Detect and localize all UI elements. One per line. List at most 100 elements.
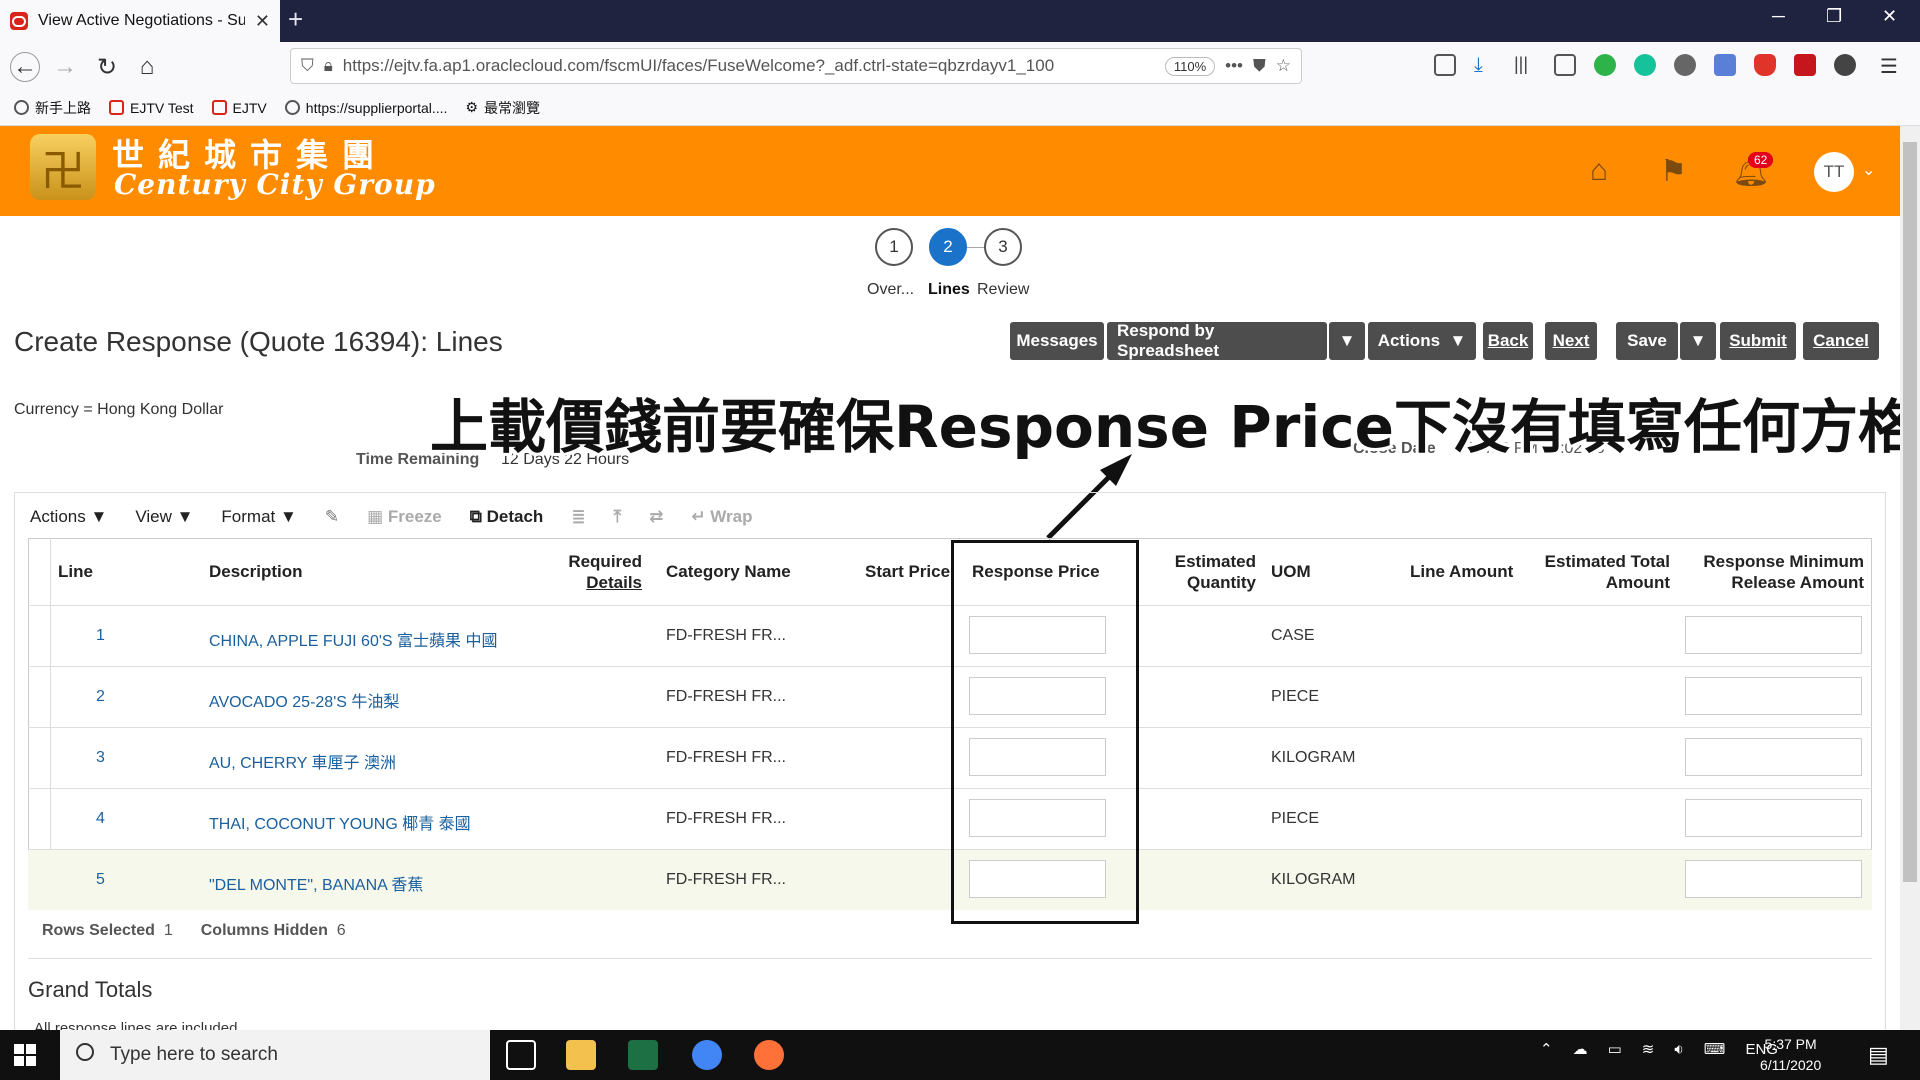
chevron-down-icon[interactable]: ⌄ xyxy=(1862,160,1875,180)
restore-icon[interactable]: ❐ xyxy=(1826,6,1842,27)
bookmark-ext-icon[interactable] xyxy=(1714,54,1736,76)
task-view-icon[interactable] xyxy=(506,1040,536,1070)
close-tab-icon[interactable]: ✕ xyxy=(255,11,270,32)
zoom-level[interactable]: 110% xyxy=(1164,56,1216,76)
minimize-icon[interactable]: ─ xyxy=(1772,6,1785,27)
row-5-rmra-input[interactable] xyxy=(1685,860,1862,898)
row-4-description[interactable]: THAI, COCONUT YOUNG 椰青 泰國 xyxy=(209,810,471,834)
sidebar-icon[interactable] xyxy=(1554,54,1576,76)
ublock-icon[interactable] xyxy=(1754,54,1776,76)
row-2-rmra-input[interactable] xyxy=(1685,677,1862,715)
row-3-rmra-input[interactable] xyxy=(1685,738,1862,776)
col-response-minimum-release-amount[interactable]: Response Minimum Release Amount xyxy=(1680,551,1864,593)
pdf-icon[interactable] xyxy=(1794,54,1816,76)
format-menu[interactable]: Format ▼ xyxy=(221,507,296,527)
file-explorer-icon[interactable] xyxy=(566,1040,596,1070)
reload-icon[interactable]: ↻ xyxy=(92,52,122,82)
chevron-up-icon[interactable]: ⌃ xyxy=(1540,1040,1553,1058)
train-step-2[interactable]: 2 xyxy=(929,228,967,266)
new-tab-icon[interactable]: + xyxy=(288,4,303,35)
row-2-line[interactable]: 2 xyxy=(96,688,105,706)
row-1-line[interactable]: 1 xyxy=(96,627,105,645)
notifications-icon[interactable]: ▤ xyxy=(1868,1042,1889,1068)
flag-icon[interactable]: ⚑ xyxy=(1660,154,1687,189)
star-icon[interactable]: ☆ xyxy=(1276,56,1291,76)
col-category-name[interactable]: Category Name xyxy=(666,561,791,582)
volume-icon[interactable]: 🔉︎ xyxy=(1674,1041,1683,1058)
address-bar[interactable]: ⛉ 🔒︎ https://ejtv.fa.ap1.oraclecloud.com… xyxy=(290,48,1302,84)
pencil-icon[interactable]: ✎ xyxy=(325,507,339,527)
col-estimated-total-amount[interactable]: Estimated Total Amount xyxy=(1520,551,1670,593)
train-step-1-label[interactable]: Over... xyxy=(867,281,914,299)
bookmark-item[interactable]: ⚙ 最常瀏覽 xyxy=(465,98,540,118)
bookmark-item[interactable]: EJTV Test xyxy=(109,100,194,116)
company-logo-mark[interactable]: 卍 xyxy=(30,134,96,200)
wifi-icon[interactable]: ≋ xyxy=(1642,1040,1655,1058)
row-1-rmra-input[interactable] xyxy=(1685,616,1862,654)
home-icon[interactable]: ⌂ xyxy=(1590,154,1608,188)
keyboard-icon[interactable]: ⌨ xyxy=(1704,1040,1726,1058)
back-arrow-icon[interactable]: ← xyxy=(10,52,40,82)
chrome-icon[interactable] xyxy=(692,1040,722,1070)
cancel-button[interactable]: Cancel xyxy=(1803,322,1879,360)
row-5-description[interactable]: "DEL MONTE", BANANA 香蕉 xyxy=(209,871,423,895)
account-icon[interactable] xyxy=(1674,54,1696,76)
bookmark-item[interactable]: https://supplierportal.... xyxy=(284,100,447,116)
row-3-line[interactable]: 3 xyxy=(96,749,105,767)
detach-button[interactable]: ⧉ Detach xyxy=(470,507,544,527)
forward-arrow-icon[interactable]: → xyxy=(50,52,80,82)
reading-list-icon[interactable] xyxy=(1434,54,1456,76)
col-estimated-quantity[interactable]: Estimated Quantity xyxy=(1150,551,1256,593)
row-4-line[interactable]: 4 xyxy=(96,810,105,828)
actions-menu[interactable]: Actions ▼ xyxy=(30,507,107,527)
sort-icon[interactable]: ≣ xyxy=(571,507,585,527)
col-uom[interactable]: UOM xyxy=(1271,561,1311,582)
col-description[interactable]: Description xyxy=(209,561,303,582)
view-menu[interactable]: View ▼ xyxy=(135,507,193,527)
respond-by-spreadsheet-button[interactable]: Respond by Spreadsheet xyxy=(1107,321,1327,360)
row-2-description[interactable]: AVOCADO 25-28'S 牛油梨 xyxy=(209,688,399,712)
extension-check-icon[interactable] xyxy=(1594,54,1616,76)
scrollbar-thumb[interactable] xyxy=(1903,142,1917,882)
windows-start-icon[interactable] xyxy=(14,1044,36,1066)
train-step-3[interactable]: 3 xyxy=(984,228,1022,266)
row-5-line[interactable]: 5 xyxy=(96,871,105,889)
save-button[interactable]: Save xyxy=(1616,322,1678,360)
extension-icon[interactable] xyxy=(1834,54,1856,76)
actions-menu-button[interactable]: Actions ▼ xyxy=(1368,322,1476,360)
more-icon[interactable]: ••• xyxy=(1225,56,1243,76)
firefox-icon[interactable] xyxy=(754,1040,784,1070)
messages-button[interactable]: Messages xyxy=(1010,322,1104,360)
wrap-button[interactable]: ↵ Wrap xyxy=(691,507,752,527)
train-step-1[interactable]: 1 xyxy=(875,228,913,266)
back-button[interactable]: Back xyxy=(1483,322,1533,360)
user-avatar[interactable]: TT xyxy=(1814,152,1854,192)
spreadsheet-dropdown-icon[interactable]: ▼ xyxy=(1329,322,1365,360)
library-icon[interactable]: ||| xyxy=(1514,54,1536,76)
col-line[interactable]: Line xyxy=(58,561,93,582)
bookmark-item[interactable]: EJTV xyxy=(211,100,267,116)
cloud-icon[interactable]: ☁ xyxy=(1573,1040,1588,1058)
excel-icon[interactable] xyxy=(628,1040,658,1070)
pocket-icon[interactable]: ⛊ xyxy=(1253,56,1266,76)
home-icon[interactable]: ⌂ xyxy=(132,52,162,82)
taskbar-clock[interactable]: 5:37 PM 6/11/2020 xyxy=(1760,1034,1821,1076)
row-4-rmra-input[interactable] xyxy=(1685,799,1862,837)
grammarly-icon[interactable] xyxy=(1634,54,1656,76)
browser-tab[interactable]: View Active Negotiations - Sup ✕ xyxy=(0,0,280,42)
train-step-3-label[interactable]: Review xyxy=(977,281,1029,299)
col-line-amount[interactable]: Line Amount xyxy=(1410,561,1513,582)
save-dropdown-icon[interactable]: ▼ xyxy=(1680,322,1716,360)
submit-button[interactable]: Submit xyxy=(1720,322,1796,360)
next-button[interactable]: Next xyxy=(1545,322,1597,360)
row-1-description[interactable]: CHINA, APPLE FUJI 60'S 富士蘋果 中國 xyxy=(209,627,497,651)
col-start-price[interactable]: Start Price xyxy=(865,561,950,582)
col-required-details[interactable]: Required Details xyxy=(540,551,642,593)
taskbar-search-input[interactable]: Type here to search xyxy=(60,1030,490,1080)
close-window-icon[interactable]: ✕ xyxy=(1882,6,1897,27)
row-3-description[interactable]: AU, CHERRY 車厘子 澳洲 xyxy=(209,749,396,773)
menu-icon[interactable]: ☰ xyxy=(1880,54,1902,78)
bookmark-item[interactable]: 新手上路 xyxy=(14,98,91,118)
download-icon[interactable]: ⤓ xyxy=(1474,54,1496,76)
reorder-icon[interactable]: ⇄ xyxy=(649,507,663,527)
